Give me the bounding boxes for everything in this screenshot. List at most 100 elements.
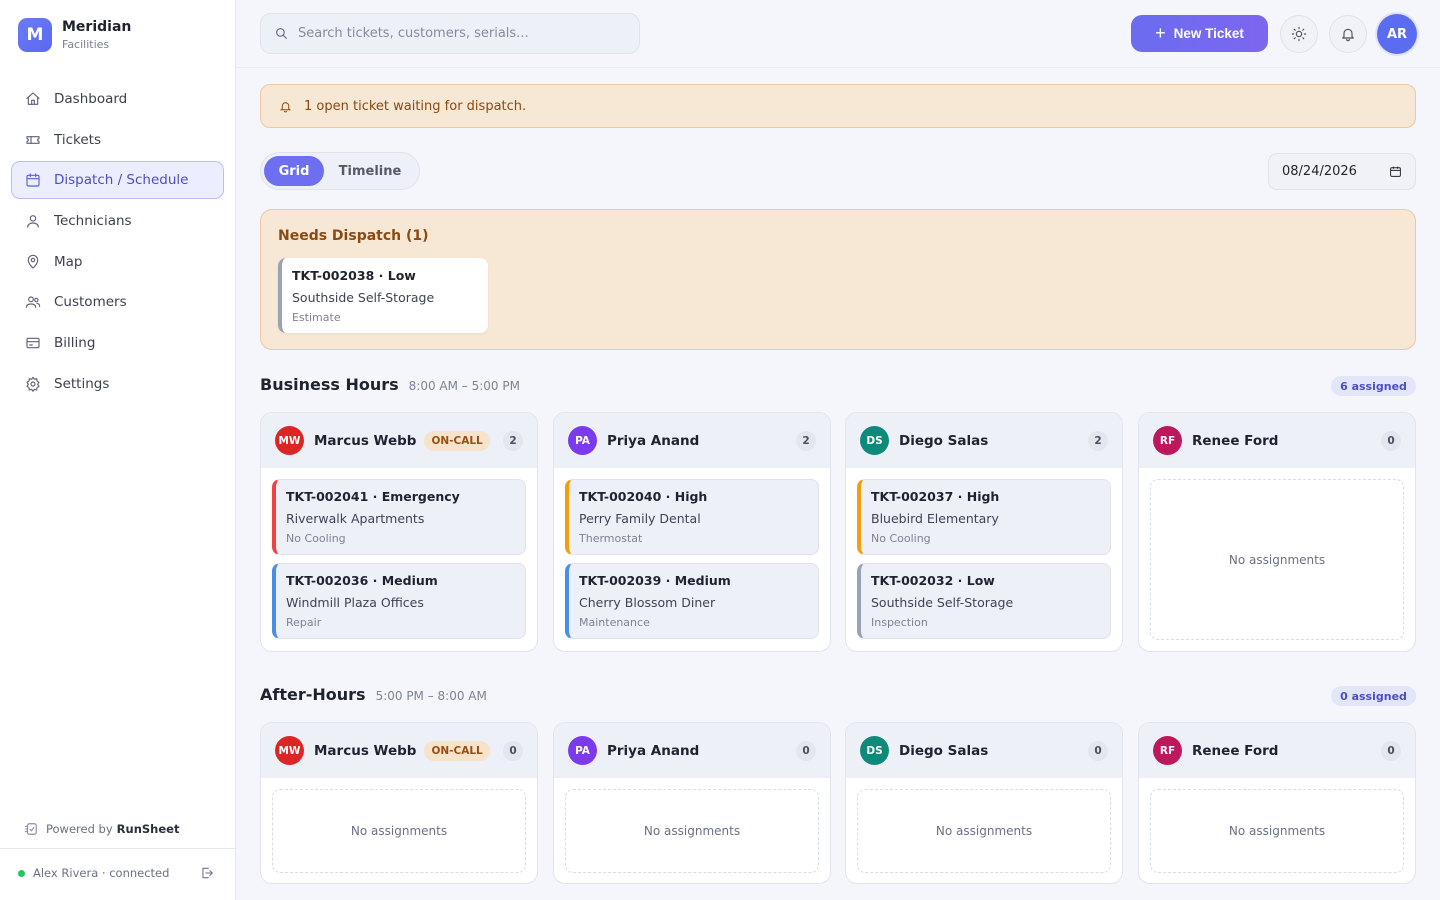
technician-header[interactable]: RF Renee Ford 0 [1139,723,1415,778]
empty-state: No assignments [1150,789,1404,873]
technician-name: Marcus Webb [314,742,417,759]
technician-header[interactable]: PA Priya Anand 0 [554,723,830,778]
sidebar-item-dispatch[interactable]: Dispatch / Schedule [11,161,224,200]
credit-card-icon [24,334,42,352]
avatar: RF [1153,736,1182,765]
avatar: RF [1153,426,1182,455]
ticket-type: No Cooling [871,532,931,545]
empty-state: No assignments [565,789,819,873]
empty-state: No assignments [1150,479,1404,640]
ticket-card[interactable]: TKT-002036 · Medium Windmill Plaza Offic… [272,563,526,639]
ticket-customer: Southside Self-Storage [292,290,435,305]
count-badge: 0 [1381,431,1401,451]
section-hours: 8:00 AM – 5:00 PM [408,379,520,393]
brand-logo: M [18,18,52,52]
section-title: After-Hours [260,685,366,704]
sidebar-nav: Dashboard Tickets Dispatch / Schedule Te… [11,80,224,406]
date-value: 08/24/2026 [1282,164,1357,179]
brand[interactable]: M Meridian Facilities [18,18,131,52]
sidebar-item-label: Customers [54,294,127,311]
sidebar-item-settings[interactable]: Settings [11,365,224,403]
users-icon [24,293,42,311]
sidebar-divider [0,848,236,849]
sidebar-item-label: Dashboard [54,91,128,107]
avatar: DS [860,426,889,455]
ticket-title: TKT-002040 · High [579,489,708,504]
technician-name: Renee Ford [1192,742,1279,759]
powered-by[interactable]: Powered by RunSheet [24,822,179,836]
sidebar-item-label: Tickets [54,131,101,148]
bell-icon [1342,28,1354,42]
needs-dispatch-panel: Needs Dispatch (1) TKT-002038 · Low Sout… [260,209,1416,350]
technician-column: RF Renee Ford 0 No assignments [1138,412,1416,652]
technician-column: PA Priya Anand 0 No assignments [553,722,831,884]
home-icon [24,90,42,108]
ticket-card[interactable]: TKT-002032 · Low Southside Self-Storage … [857,563,1111,639]
empty-state: No assignments [857,789,1111,873]
brand-name: Meridian [62,19,132,35]
ticket-type: Maintenance [579,616,650,629]
logout-icon[interactable] [200,866,214,880]
technician-column: RF Renee Ford 0 No assignments [1138,722,1416,884]
ticket-customer: Riverwalk Apartments [286,511,425,526]
needs-dispatch-title: Needs Dispatch (1) [278,228,429,244]
technician-header[interactable]: MW Marcus Webb ON-CALL 0 [261,723,537,778]
bell-icon [279,101,292,112]
technician-header[interactable]: DS Diego Salas 0 [846,723,1122,778]
topbar: + New Ticket AR [236,0,1440,68]
ticket-customer: Bluebird Elementary [871,511,999,526]
sidebar-item-map[interactable]: Map [11,243,224,281]
date-picker[interactable]: 08/24/2026 [1268,153,1416,190]
ticket-card[interactable]: TKT-002039 · Medium Cherry Blossom Diner… [565,563,819,639]
technician-column: MW Marcus Webb ON-CALL 2 TKT-002041 · Em… [260,412,538,652]
technician-header[interactable]: MW Marcus Webb ON-CALL 2 [261,413,537,468]
technician-name: Renee Ford [1192,432,1279,449]
search-input[interactable] [298,26,618,41]
count-badge: 0 [796,741,816,761]
ticket-type: Inspection [871,616,928,629]
user-avatar[interactable]: AR [1377,14,1417,54]
section-title: Business Hours [260,375,399,394]
new-ticket-label: New Ticket [1173,26,1244,41]
technician-name: Priya Anand [607,432,700,449]
theme-toggle-button[interactable] [1280,15,1318,53]
technician-name: Marcus Webb [314,432,417,449]
calendar-icon[interactable] [1389,165,1402,178]
ticket-type: No Cooling [286,532,346,545]
map-pin-icon [24,253,42,271]
ticket-customer: Windmill Plaza Offices [286,595,424,610]
count-badge: 0 [1088,741,1108,761]
sidebar-item-dashboard[interactable]: Dashboard [11,80,224,118]
business-hours-heading: Business Hours 8:00 AM – 5:00 PM [260,375,520,394]
on-call-badge: ON-CALL [424,740,490,761]
technician-name: Priya Anand [607,742,700,759]
ticket-icon [24,131,42,149]
sidebar-item-billing[interactable]: Billing [11,324,224,362]
search-box[interactable] [260,13,640,54]
grid-view-button[interactable]: Grid [264,156,324,186]
technician-column: DS Diego Salas 0 No assignments [845,722,1123,884]
after-hours-heading: After-Hours 5:00 PM – 8:00 AM [260,685,487,704]
sidebar-item-label: Dispatch / Schedule [54,172,189,189]
ticket-card[interactable]: TKT-002041 · Emergency Riverwalk Apartme… [272,479,526,555]
notifications-button[interactable] [1329,15,1367,53]
ticket-card[interactable]: TKT-002037 · High Bluebird Elementary No… [857,479,1111,555]
sidebar-item-technicians[interactable]: Technicians [11,202,224,240]
technician-header[interactable]: DS Diego Salas 2 [846,413,1122,468]
count-badge: 2 [796,431,816,451]
new-ticket-button[interactable]: + New Ticket [1131,15,1268,52]
ticket-card[interactable]: TKT-002040 · High Perry Family Dental Th… [565,479,819,555]
user-icon [24,212,42,230]
avatar: MW [275,426,304,455]
technician-header[interactable]: PA Priya Anand 2 [554,413,830,468]
ticket-card[interactable]: TKT-002038 · Low Southside Self-Storage … [278,258,488,333]
timeline-view-button[interactable]: Timeline [324,156,416,186]
sun-icon [1291,26,1307,42]
sidebar-item-tickets[interactable]: Tickets [11,121,224,159]
count-badge: 0 [1381,741,1401,761]
sidebar-item-customers[interactable]: Customers [11,283,224,321]
avatar: PA [568,426,597,455]
technician-name: Diego Salas [899,432,989,449]
ticket-type: Thermostat [579,532,643,545]
technician-header[interactable]: RF Renee Ford 0 [1139,413,1415,468]
